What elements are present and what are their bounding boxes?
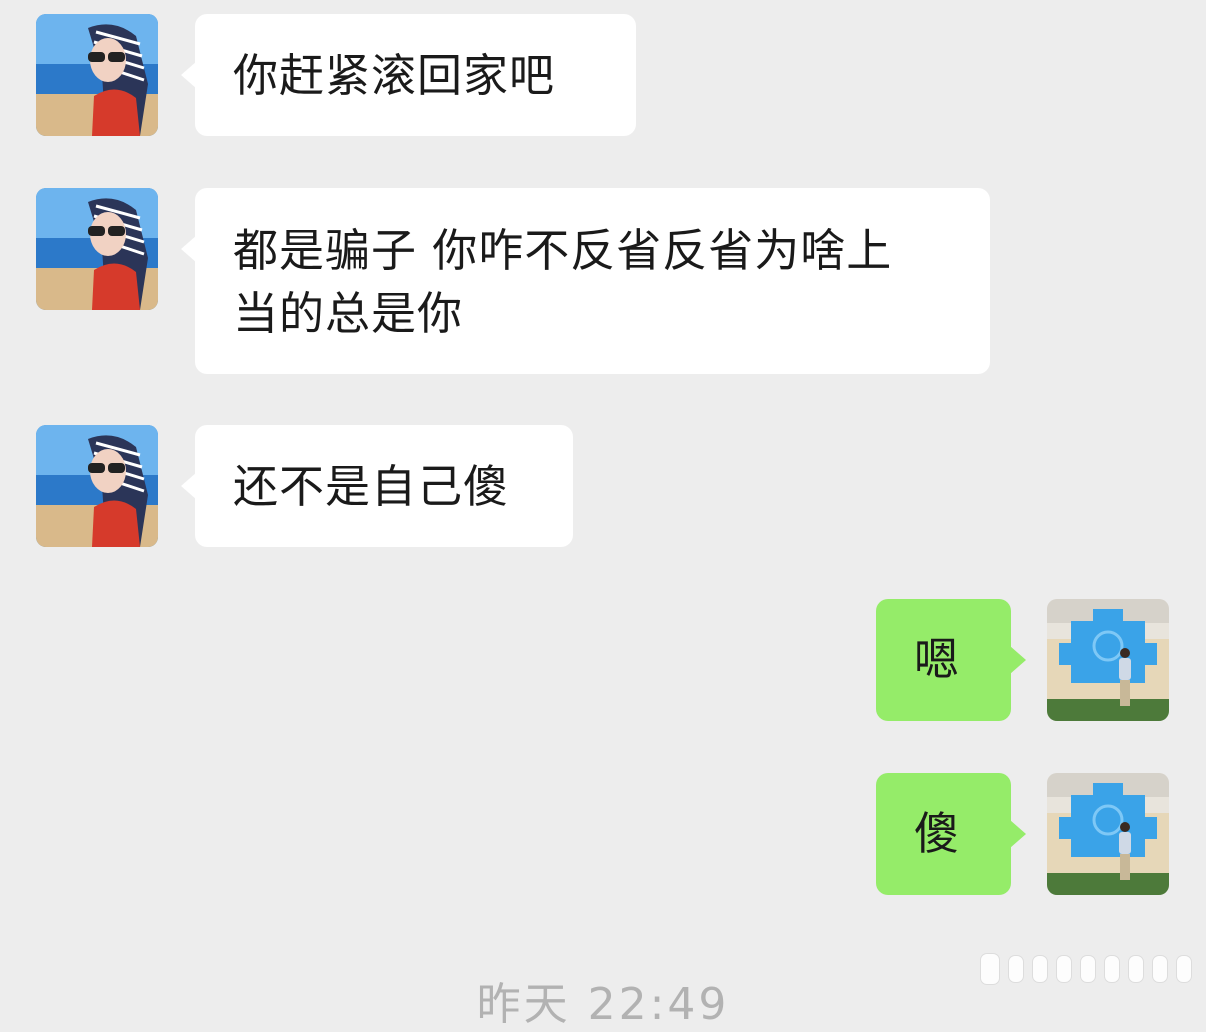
woman-sunglasses-beach-avatar-icon [36,14,158,136]
woman-sunglasses-beach-avatar-icon [36,425,158,547]
contact-avatar[interactable] [36,14,158,136]
message-text: 还不是自己傻 [233,460,510,513]
message-text: 嗯 [914,633,961,686]
message-bubble-incoming[interactable]: 都是骗子 你咋不反省反省为啥上 当的总是你 [195,188,990,374]
my-avatar[interactable] [1047,773,1169,895]
woman-sunglasses-beach-avatar-icon [36,188,158,310]
man-standing-blue-backdrop-avatar-icon [1047,599,1169,721]
message-text: 你赶紧滚回家吧 [233,49,556,102]
message-text: 傻 [914,807,961,860]
message-bubble-incoming[interactable]: 还不是自己傻 [195,425,573,547]
message-text-line: 当的总是你 [233,287,464,340]
message-text-line: 都是骗子 你咋不反省反省为啥上 [233,224,893,277]
weibo-watermark-icon [980,953,1192,985]
contact-avatar[interactable] [36,425,158,547]
message-bubble-outgoing[interactable]: 傻 [876,773,1011,895]
message-bubble-outgoing[interactable]: 嗯 [876,599,1011,721]
man-standing-blue-backdrop-avatar-icon [1047,773,1169,895]
message-bubble-incoming[interactable]: 你赶紧滚回家吧 [195,14,636,136]
contact-avatar[interactable] [36,188,158,310]
my-avatar[interactable] [1047,599,1169,721]
